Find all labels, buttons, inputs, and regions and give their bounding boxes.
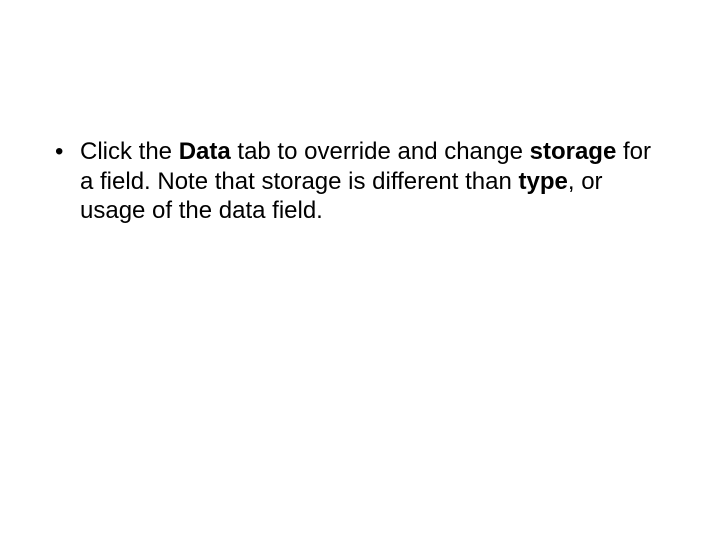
text-segment-bold: Data xyxy=(179,138,231,165)
bullet-item: Click the Data tab to override and chang… xyxy=(53,137,670,226)
slide-content: Click the Data tab to override and chang… xyxy=(0,0,720,226)
text-segment-bold: type xyxy=(519,168,568,195)
text-segment: Click the xyxy=(80,138,179,165)
bullet-list: Click the Data tab to override and chang… xyxy=(53,137,670,226)
text-segment: tab to override and change xyxy=(231,138,530,165)
text-segment-bold: storage xyxy=(530,138,617,165)
